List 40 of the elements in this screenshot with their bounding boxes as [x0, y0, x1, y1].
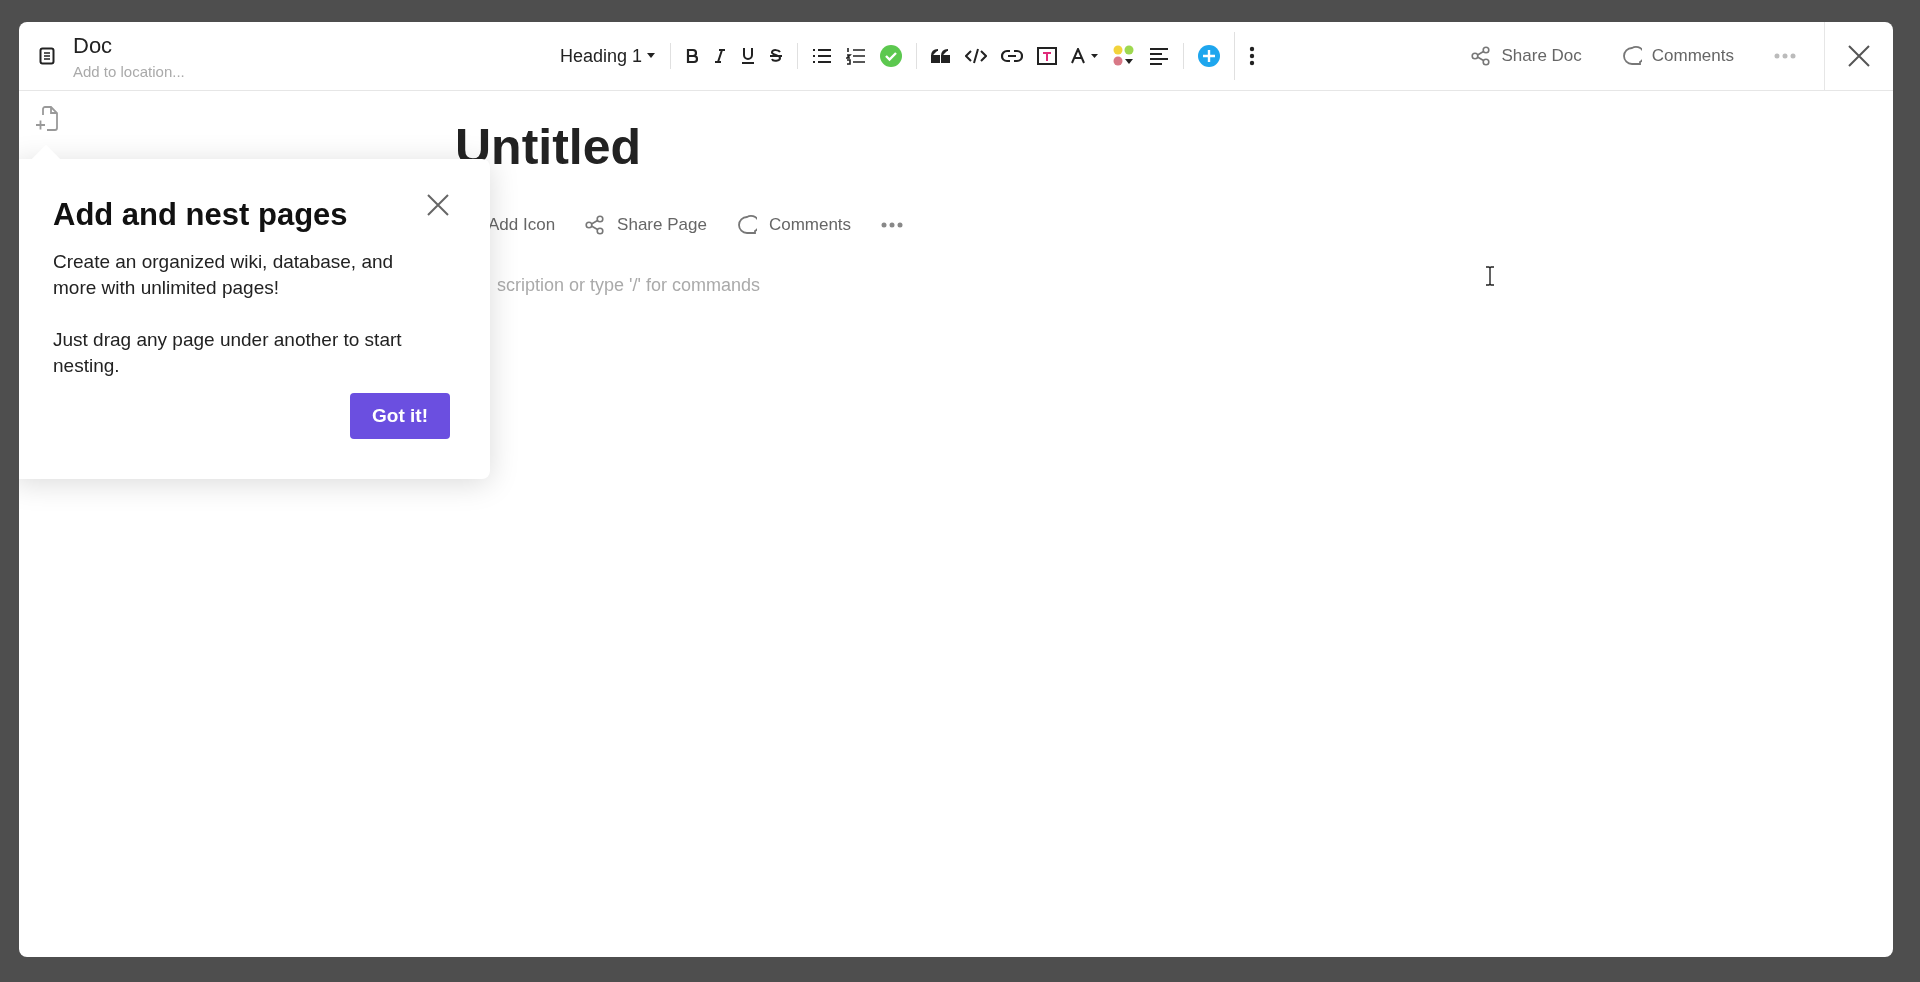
caret-icon[interactable] [646, 53, 657, 59]
close-icon[interactable] [426, 193, 450, 217]
align-left-icon[interactable] [1149, 47, 1170, 65]
underline-icon[interactable] [741, 47, 756, 65]
comments-button[interactable]: Comments [1621, 46, 1734, 66]
share-doc-button[interactable]: Share Doc [1471, 46, 1582, 66]
document-icon [39, 47, 55, 65]
code-icon[interactable] [965, 48, 988, 64]
heading-dropdown[interactable]: Heading 1 [560, 45, 657, 67]
text-color-icon[interactable] [1071, 48, 1100, 64]
comments-button[interactable]: Comments [736, 215, 852, 235]
text-box-icon[interactable] [1037, 47, 1058, 65]
italic-icon[interactable] [713, 48, 728, 64]
text-cursor-icon [1485, 266, 1495, 286]
strikethrough-icon[interactable] [769, 48, 784, 64]
add-page-icon[interactable] [35, 106, 59, 132]
quote-icon[interactable] [931, 49, 952, 63]
share-page-button[interactable]: Share Page [585, 215, 707, 235]
bullet-list-icon[interactable] [812, 48, 833, 64]
checkmark-icon[interactable] [880, 45, 903, 67]
bold-icon[interactable] [685, 48, 700, 64]
plus-icon[interactable] [1198, 45, 1221, 67]
comment-icon [1621, 46, 1642, 66]
doc-title[interactable]: Doc [73, 32, 273, 59]
link-icon[interactable] [1001, 49, 1024, 63]
more-icon[interactable] [881, 222, 904, 228]
color-dots-icon[interactable] [1113, 45, 1136, 67]
comment-icon [736, 215, 757, 235]
add-icon-button[interactable]: Add Icon [488, 215, 556, 235]
close-icon[interactable] [1848, 45, 1870, 67]
popover-title: Add and nest pages [53, 197, 348, 233]
share-icon [585, 215, 606, 235]
popover-text: Create an organized wiki, database, and more with unlimited pages! [53, 250, 395, 300]
location-field[interactable]: Add to location... [73, 62, 273, 80]
share-icon [1471, 46, 1492, 66]
more-options-icon[interactable] [1249, 46, 1256, 66]
popover-text: Just drag any page under another to start nesting. [53, 328, 403, 378]
numbered-list-icon[interactable] [846, 47, 867, 65]
got-it-button[interactable]: Got it! [350, 393, 450, 439]
document-title[interactable]: Untitled [455, 117, 1893, 177]
